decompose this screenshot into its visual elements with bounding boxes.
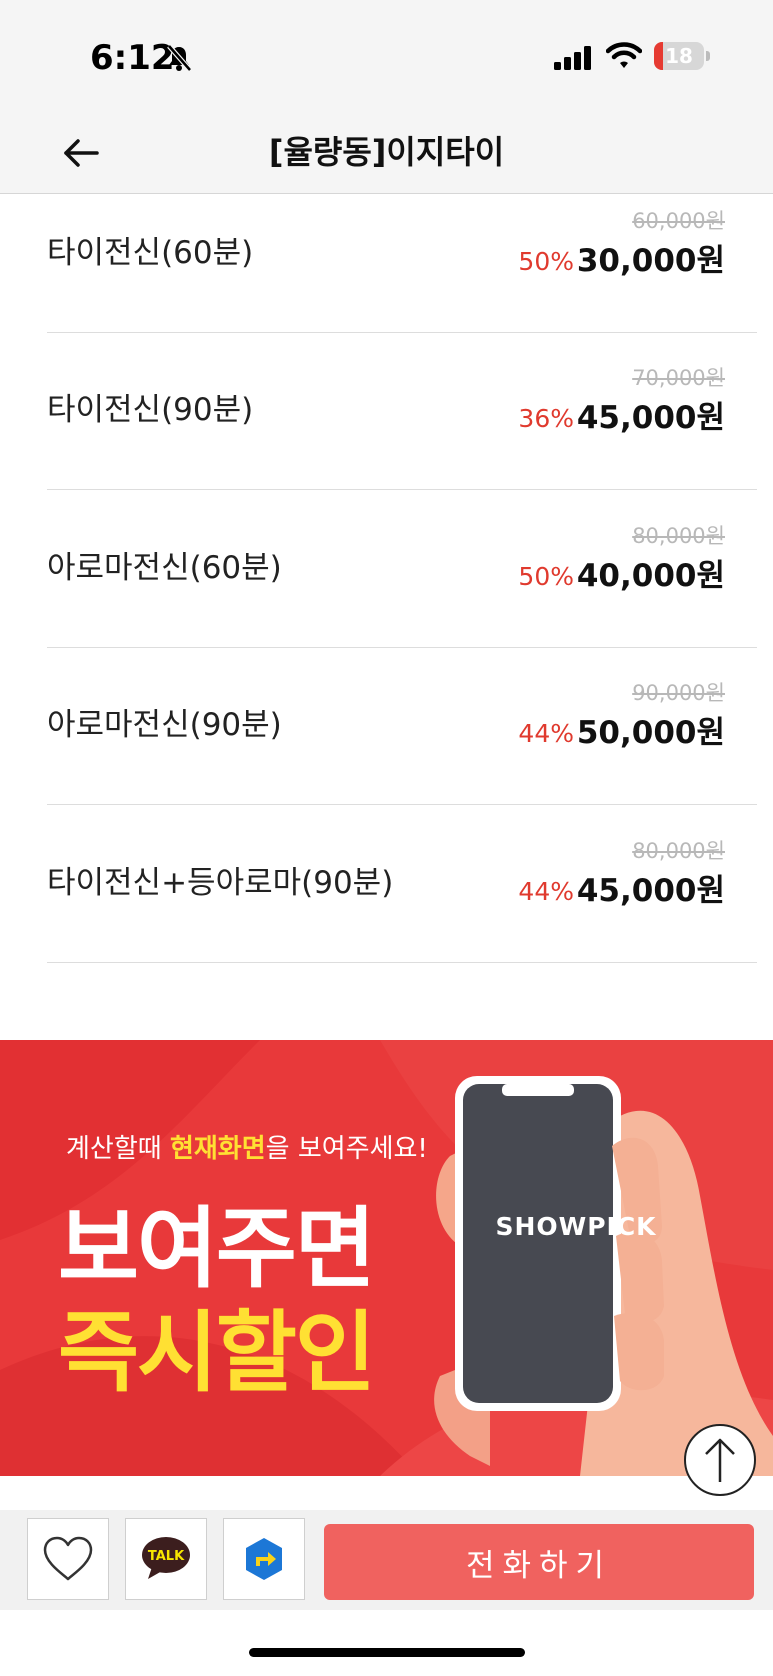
banner-headline-2: 즉시할인 bbox=[58, 1301, 376, 1404]
battery-nub bbox=[706, 51, 710, 61]
showpick-logo: SHOWPICK bbox=[495, 1212, 657, 1241]
banner-subtitle-after: 을 보여주세요! bbox=[265, 1134, 428, 1164]
discount-rate: 44% bbox=[518, 876, 574, 906]
menu-item-name: 타이전신(90분) bbox=[47, 392, 254, 428]
menu-item[interactable]: 아로마전신(90분) 90,000원 44% 50,000원 bbox=[47, 648, 757, 805]
hand-holding-phone-illustration bbox=[434, 1076, 773, 1476]
menu-item[interactable]: 타이전신(90분) 70,000원 36% 45,000원 bbox=[47, 333, 757, 490]
sale-price: 30,000원 bbox=[576, 242, 725, 279]
arrow-up-icon bbox=[705, 1438, 735, 1482]
menu-item[interactable]: 타이전신+등아로마(90분) 80,000원 44% 45,000원 bbox=[47, 805, 757, 963]
menu-item[interactable]: 아로마전신(60분) 80,000원 50% 40,000원 bbox=[47, 490, 757, 648]
signal-icon bbox=[554, 46, 594, 74]
banner-subtitle: 계산할때 현재화면을 보여주세요! bbox=[66, 1128, 428, 1165]
battery-icon: 18 bbox=[654, 42, 704, 70]
sale-price: 40,000원 bbox=[576, 557, 725, 594]
favorite-button[interactable] bbox=[27, 1518, 109, 1600]
original-price: 80,000원 bbox=[632, 838, 725, 863]
kakao-talk-button[interactable]: TALK bbox=[125, 1518, 207, 1600]
kakao-talk-icon: TALK bbox=[142, 1537, 190, 1579]
sale-price: 45,000원 bbox=[576, 400, 725, 436]
directions-icon bbox=[246, 1538, 282, 1580]
menu-item-name: 타이전신+등아로마(90분) bbox=[47, 864, 394, 901]
banner-subtitle-before: 계산할때 bbox=[66, 1134, 170, 1164]
discount-rate: 44% bbox=[518, 719, 574, 748]
menu-item-name: 아로마전신(60분) bbox=[47, 549, 282, 586]
menu-item-name: 타이전신(60분) bbox=[47, 234, 254, 271]
menu-item-name: 아로마전신(90분) bbox=[47, 707, 282, 743]
sale-price: 45,000원 bbox=[576, 872, 725, 909]
call-button[interactable]: 전화하기 bbox=[324, 1524, 754, 1600]
promo-banner[interactable]: 계산할때 현재화면을 보여주세요! 보여주면 즉시할인 SHOWPICK bbox=[0, 1040, 773, 1476]
status-time: 6:12 bbox=[90, 38, 175, 78]
discount-rate: 36% bbox=[518, 404, 574, 433]
original-price: 90,000원 bbox=[632, 681, 725, 705]
menu-price-list: 타이전신(60분) 60,000원 50% 30,000원 타이전신(90분) … bbox=[47, 195, 757, 963]
heart-icon bbox=[43, 1536, 93, 1581]
wifi-icon bbox=[605, 42, 643, 74]
scroll-to-top-button[interactable] bbox=[684, 1424, 756, 1496]
bottom-action-bar: TALK 전화하기 bbox=[0, 1510, 773, 1610]
directions-button[interactable] bbox=[223, 1518, 305, 1600]
discount-rate: 50% bbox=[518, 561, 574, 591]
discount-rate: 50% bbox=[518, 246, 574, 276]
original-price: 60,000원 bbox=[632, 208, 725, 233]
original-price: 80,000원 bbox=[632, 523, 725, 548]
home-indicator bbox=[249, 1648, 525, 1657]
battery-level: 18 bbox=[665, 44, 693, 68]
bell-slash-icon bbox=[166, 44, 192, 76]
banner-subtitle-highlight: 현재화면 bbox=[169, 1134, 266, 1164]
menu-item[interactable]: 타이전신(60분) 60,000원 50% 30,000원 bbox=[47, 195, 757, 333]
sale-price: 50,000원 bbox=[576, 715, 725, 751]
talk-label: TALK bbox=[148, 1549, 185, 1564]
page-title: [율량동]이지타이 bbox=[268, 133, 505, 171]
original-price: 70,000원 bbox=[632, 366, 725, 390]
header: [율량동]이지타이 bbox=[0, 110, 773, 194]
status-bar: 6:12 18 bbox=[0, 0, 773, 110]
